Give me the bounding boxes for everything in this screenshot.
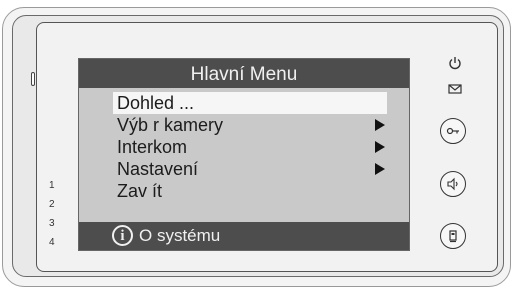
title-bar: Hlavní Menu [79, 59, 409, 88]
mail-icon[interactable] [448, 82, 462, 100]
info-icon: i [112, 225, 133, 246]
speaker-icon [447, 177, 458, 191]
submenu-arrow-icon [375, 141, 385, 153]
menu-title: Hlavní Menu [190, 64, 298, 85]
side-number-4: 4 [49, 237, 55, 248]
side-number-2: 2 [49, 199, 55, 210]
menu-item-vyber-kamery[interactable]: Výb r kamery [113, 114, 387, 136]
side-slot [31, 72, 35, 86]
menu-item-label: Zav ít [117, 181, 163, 201]
about-system-label: O systému [139, 226, 221, 245]
key-icon [446, 127, 459, 135]
power-icon[interactable] [448, 56, 462, 75]
submenu-arrow-icon [375, 163, 385, 175]
menu-item-label: Interkom [117, 137, 188, 157]
lcd-screen: Hlavní Menu Dohled ... Výb r kamery Inte… [78, 58, 410, 251]
menu-item-interkom[interactable]: Interkom [113, 136, 387, 158]
menu-item-dohled[interactable]: Dohled ... [113, 92, 387, 114]
menu-item-label: Výb r kamery [117, 115, 224, 135]
unlock-button[interactable] [440, 118, 466, 144]
menu-item-nastaveni[interactable]: Nastavení [113, 158, 387, 180]
talk-button[interactable] [440, 171, 466, 197]
side-number-3: 3 [49, 218, 55, 229]
menu-item-label: Nastavení [117, 159, 199, 179]
menu-item-label: Dohled ... [117, 93, 195, 113]
status-bar[interactable]: i O systému [79, 222, 409, 250]
menu-card-icon [449, 230, 457, 243]
submenu-arrow-icon [375, 119, 385, 131]
menu-item-zavrit[interactable]: Zav ít [113, 180, 387, 202]
menu-button[interactable] [440, 223, 466, 249]
side-number-1: 1 [49, 180, 55, 191]
